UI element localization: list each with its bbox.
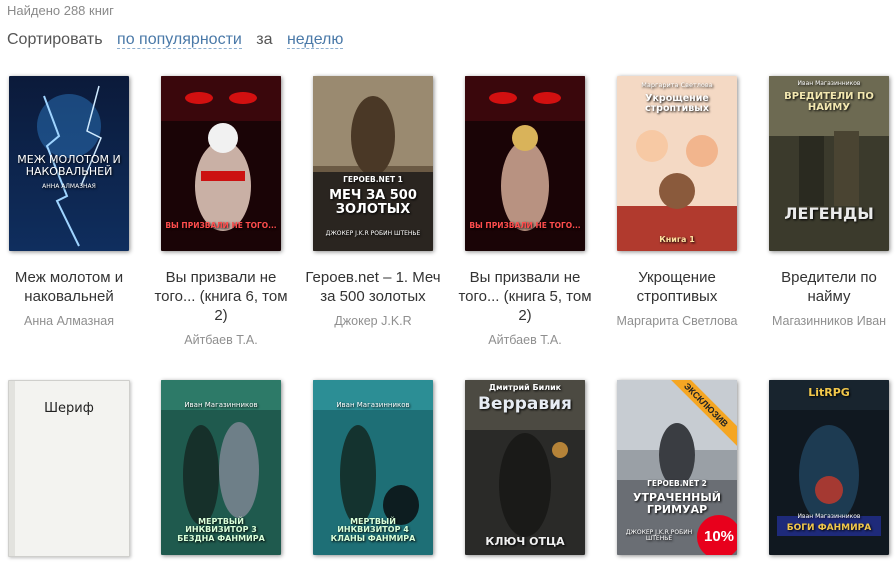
results-count: Найдено 288 книг [7, 3, 114, 18]
cover-book-number: Книга 1 [659, 235, 695, 244]
book-card[interactable]: LitRPG Иван Магазинников БОГИ ФАНМИРА [756, 380, 896, 555]
cover-author: АННА АЛМАЗНАЯ [42, 183, 96, 190]
book-author[interactable]: Айтбаев Т.А. [452, 333, 598, 347]
cover-author: Иван Магазинников [336, 401, 410, 409]
cover-title: ВРЕДИТЕЛИ ПО НАЙМУ [784, 91, 874, 113]
book-title[interactable]: Вредители по найму [756, 268, 896, 306]
book-author[interactable]: Магазинников Иван [756, 314, 896, 328]
cover-author: Иван Магазинников [797, 80, 861, 87]
book-card[interactable]: Маргарита Светлова Укрощение строптивых … [604, 76, 750, 328]
sort-label: Сортировать [7, 31, 103, 48]
book-card[interactable]: Иван Магазинников МЕРТВЫЙ ИНКВИЗИТОР 4 К… [300, 380, 446, 555]
book-card[interactable]: ЭКСКЛЮЗИВ ГЕРОЕВ.NET 2 УТРАЧЕННЫЙ ГРИМУА… [604, 380, 750, 555]
cover-badge: LitRPG [808, 386, 850, 399]
book-author[interactable]: Айтбаев Т.А. [148, 333, 294, 347]
book-card[interactable]: ВЫ ПРИЗВАЛИ НЕ ТОГО... Вы призвали не то… [452, 76, 598, 347]
book-card[interactable]: Шериф [0, 380, 142, 557]
book-card[interactable]: МЕЖ МОЛОТОМ И НАКОВАЛЬНЕЙ АННА АЛМАЗНАЯ … [0, 76, 142, 328]
cover-title: Шериф [44, 401, 94, 416]
cover-series-name: ЛЕГЕНДЫ [784, 204, 874, 223]
book-cover[interactable]: МЕЖ МОЛОТОМ И НАКОВАЛЬНЕЙ АННА АЛМАЗНАЯ [9, 76, 129, 251]
book-title[interactable]: Укрощение строптивых [604, 268, 750, 306]
book-cover[interactable]: Иван Магазинников МЕРТВЫЙ ИНКВИЗИТОР 3 Б… [161, 380, 281, 555]
cover-title: ВЫ ПРИЗВАЛИ НЕ ТОГО... [165, 221, 277, 230]
cover-author: Иван Магазинников [184, 401, 258, 409]
book-cover[interactable]: Дмитрий Билик Верравия КЛЮЧ ОТЦА [465, 380, 585, 555]
book-card[interactable]: ГЕРОЕВ.NET 1 МЕЧ ЗА 500 ЗОЛОТЫХ ДЖОКЕР J… [300, 76, 446, 328]
book-card[interactable]: ВЫ ПРИЗВАЛИ НЕ ТОГО... Вы призвали не то… [148, 76, 294, 347]
cover-subtitle: КЛЮЧ ОТЦА [485, 535, 565, 548]
book-title[interactable]: Вы призвали не того... (книга 6, том 2) [148, 268, 294, 325]
book-card[interactable]: Иван Магазинников ВРЕДИТЕЛИ ПО НАЙМУ ЛЕГ… [756, 76, 896, 328]
book-title[interactable]: Героев.net – 1. Меч за 500 золотых [300, 268, 446, 306]
cover-author: ДЖОКЕР J.K.R РОБИН ШТЕНЬЕ [325, 230, 421, 237]
cover-series: ГЕРОЕВ.NET 2 [647, 479, 707, 488]
cover-title: МЕРТВЫЙ ИНКВИЗИТОР 3 БЕЗДНА ФАНМИРА [177, 517, 265, 543]
book-cover[interactable]: LitRPG Иван Магазинников БОГИ ФАНМИРА [769, 380, 889, 555]
book-author[interactable]: Анна Алмазная [0, 314, 142, 328]
cover-title: МЕЧ ЗА 500 ЗОЛОТЫХ [329, 188, 417, 217]
book-cover[interactable]: Иван Магазинников ВРЕДИТЕЛИ ПО НАЙМУ ЛЕГ… [769, 76, 889, 251]
sort-for-label: за [256, 31, 273, 48]
cover-title: МЕРТВЫЙ ИНКВИЗИТОР 4 КЛАНЫ ФАНМИРА [330, 517, 416, 543]
cover-title: БОГИ ФАНМИРА [786, 523, 872, 533]
sort-period-dropdown[interactable]: неделю [286, 31, 344, 49]
book-cover[interactable]: ЭКСКЛЮЗИВ ГЕРОЕВ.NET 2 УТРАЧЕННЫЙ ГРИМУА… [617, 380, 737, 555]
book-cover[interactable]: ВЫ ПРИЗВАЛИ НЕ ТОГО... [161, 76, 281, 251]
cover-title: ВЫ ПРИЗВАЛИ НЕ ТОГО... [469, 221, 581, 230]
book-author[interactable]: Маргарита Светлова [604, 314, 750, 328]
cover-author: Иван Магазинников [797, 513, 861, 520]
sort-by-dropdown[interactable]: по популярности [117, 31, 242, 49]
cover-author: Дмитрий Билик [488, 383, 562, 392]
book-cover-placeholder[interactable]: Шериф [8, 380, 130, 557]
cover-author: Маргарита Светлова [641, 81, 713, 89]
book-cover[interactable]: Маргарита Светлова Укрощение строптивых … [617, 76, 737, 251]
book-cover[interactable]: ВЫ ПРИЗВАЛИ НЕ ТОГО... [465, 76, 585, 251]
cover-series: ГЕРОЕВ.NET 1 [343, 175, 403, 184]
book-title[interactable]: Меж молотом и наковальней [0, 268, 142, 306]
book-cover[interactable]: ГЕРОЕВ.NET 1 МЕЧ ЗА 500 ЗОЛОТЫХ ДЖОКЕР J… [313, 76, 433, 251]
cover-title: Укрощение строптивых [645, 93, 709, 114]
book-card[interactable]: Дмитрий Билик Верравия КЛЮЧ ОТЦА [452, 380, 598, 555]
cover-title: МЕЖ МОЛОТОМ И НАКОВАЛЬНЕЙ [17, 153, 121, 178]
cover-title: УТРАЧЕННЫЙ ГРИМУАР [633, 491, 721, 516]
book-author[interactable]: Джокер J.K.R [300, 314, 446, 328]
book-card[interactable]: Иван Магазинников МЕРТВЫЙ ИНКВИЗИТОР 3 Б… [148, 380, 294, 555]
sort-bar: Сортировать по популярности за неделю [7, 31, 344, 49]
discount-badge: 10% [697, 515, 737, 555]
cover-title: Верравия [478, 394, 572, 414]
book-cover[interactable]: Иван Магазинников МЕРТВЫЙ ИНКВИЗИТОР 4 К… [313, 380, 433, 555]
book-title[interactable]: Вы призвали не того... (книга 5, том 2) [452, 268, 598, 325]
